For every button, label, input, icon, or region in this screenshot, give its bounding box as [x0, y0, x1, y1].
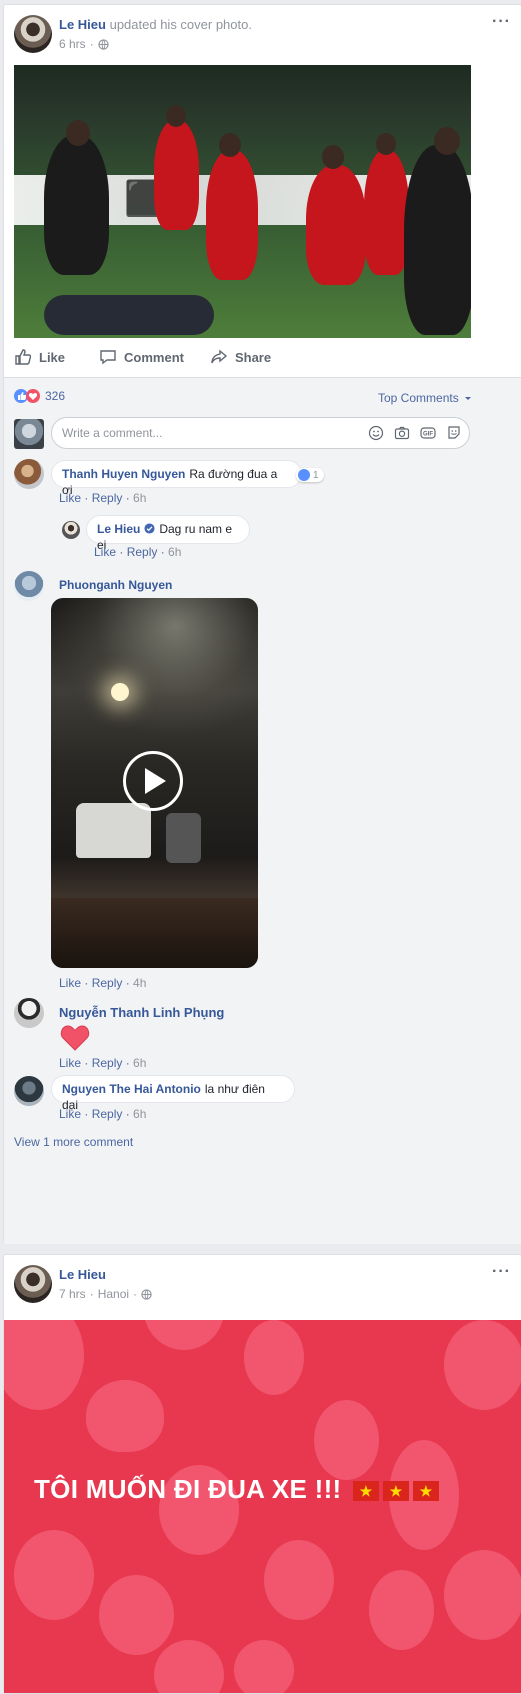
current-user-avatar	[14, 419, 44, 449]
comment-actions: Like · Reply · 6h	[59, 1107, 147, 1121]
comment-reply-link[interactable]: Reply	[92, 491, 123, 505]
share-button[interactable]: Share	[210, 348, 271, 366]
post-action-text: updated his cover photo.	[109, 17, 252, 32]
reply-like-link[interactable]: Like	[94, 545, 116, 559]
comment-actions: Like · Reply · 4h	[59, 976, 147, 990]
vietnam-flag-icon: ★	[353, 1481, 380, 1502]
like-button[interactable]: Like	[14, 348, 65, 366]
comment-reply-link[interactable]: Reply	[92, 1107, 123, 1121]
comment-bubble: Nguyen The Hai Antonio la như điên dại	[51, 1075, 295, 1112]
comments-section: 326 Top Comments Write a comment... GIF …	[4, 377, 521, 1244]
author-name[interactable]: Le Hieu	[59, 17, 106, 32]
vietnam-flag-icon: ★	[413, 1481, 440, 1502]
photo-person	[44, 135, 109, 275]
post-header-line: Le Hieu updated his cover photo.	[59, 17, 252, 32]
commenter-avatar[interactable]	[14, 571, 44, 601]
svg-text:GIF: GIF	[423, 432, 433, 438]
comment-time[interactable]: 6h	[133, 1056, 146, 1070]
comment-time[interactable]: 6h	[133, 491, 146, 505]
caret-down-icon	[464, 397, 471, 400]
comment-reply-link[interactable]: Reply	[92, 976, 123, 990]
thumbs-up-icon	[15, 349, 32, 365]
photo-player	[306, 165, 366, 285]
play-icon	[145, 768, 166, 794]
photo-player	[206, 150, 258, 280]
comment-author[interactable]: Phuonganh Nguyen	[59, 578, 172, 592]
post-meta: 6 hrs ·	[59, 37, 109, 51]
emoji-icon[interactable]	[368, 425, 384, 441]
reply-actions: Like · Reply · 6h	[94, 545, 182, 559]
banner-headline: TÔI MUỐN ĐI ĐUA XE !!! ★ ★ ★	[34, 1474, 440, 1505]
post-actions: Like Comment Share	[14, 346, 471, 368]
reactions-summary[interactable]: 326	[14, 389, 65, 403]
comment-icon	[100, 350, 116, 365]
author-avatar[interactable]	[14, 15, 52, 53]
photo-person	[404, 145, 471, 335]
cover-photo[interactable]: ⬛	[14, 65, 471, 338]
author-avatar[interactable]	[14, 1265, 52, 1303]
commenter-avatar[interactable]	[14, 1076, 44, 1106]
reply-author[interactable]: Le Hieu	[97, 522, 140, 536]
photo-person-fallen	[44, 295, 214, 335]
text-banner: TÔI MUỐN ĐI ĐUA XE !!! ★ ★ ★	[4, 1320, 521, 1693]
comment-actions: Like · Reply · 6h	[59, 491, 147, 505]
reply-bubble: Le Hieu Dag ru nam e ei	[86, 515, 250, 552]
vietnam-flag-icon: ★	[383, 1481, 410, 1502]
gif-icon[interactable]: GIF	[420, 425, 436, 441]
comment-author[interactable]: Nguyễn Thanh Linh Phụng	[59, 1005, 224, 1020]
heart-icon	[60, 1025, 90, 1051]
reply-author-avatar[interactable]	[62, 521, 80, 539]
commenter-avatar[interactable]	[14, 998, 44, 1028]
sticker-icon[interactable]	[446, 425, 462, 441]
post-meta: 7 hrs · Hanoi ·	[59, 1287, 152, 1301]
comment-like-link[interactable]: Like	[59, 491, 81, 505]
comment-like-link[interactable]: Like	[59, 1107, 81, 1121]
verified-check-icon	[144, 523, 155, 534]
video-car	[76, 803, 151, 858]
view-more-comments-link[interactable]: View 1 more comment	[14, 1135, 133, 1149]
comment-like-link[interactable]: Like	[59, 976, 81, 990]
comment-reactions[interactable]: 1	[296, 468, 324, 482]
comment-author[interactable]: Thanh Huyen Nguyen	[62, 467, 185, 481]
ellipsis-icon[interactable]: ···	[492, 1263, 511, 1281]
comment-actions: Like · Reply · 6h	[59, 1056, 147, 1070]
post-location[interactable]: Hanoi	[98, 1287, 129, 1301]
comment-author[interactable]: Nguyen The Hai Antonio	[62, 1082, 201, 1096]
commenter-avatar[interactable]	[14, 459, 44, 489]
comment-time[interactable]: 6h	[133, 1107, 146, 1121]
post-card-cover-photo: Le Hieu updated his cover photo. 6 hrs ·…	[3, 4, 521, 1244]
top-comments-dropdown[interactable]: Top Comments	[378, 391, 473, 405]
post-card-text-banner: Le Hieu 7 hrs · Hanoi · ··· TÔI MUỐN ĐI …	[3, 1254, 521, 1694]
post-time[interactable]: 7 hrs	[59, 1287, 86, 1301]
comment-like-link[interactable]: Like	[59, 1056, 81, 1070]
comment-video[interactable]	[51, 598, 258, 968]
comment-time[interactable]: 4h	[133, 976, 146, 990]
video-scooter	[166, 813, 201, 863]
share-icon	[211, 349, 228, 364]
comment-reply-link[interactable]: Reply	[92, 1056, 123, 1070]
like-reaction-icon	[298, 469, 310, 481]
globe-icon[interactable]	[141, 1288, 152, 1300]
photo-player	[154, 120, 199, 230]
comment-button[interactable]: Comment	[99, 348, 184, 366]
post-time[interactable]: 6 hrs	[59, 37, 86, 51]
reply-time[interactable]: 6h	[168, 545, 181, 559]
love-reaction-icon	[26, 389, 40, 403]
globe-icon[interactable]	[98, 38, 109, 50]
reactions-count: 326	[45, 389, 66, 403]
reply-reply-link[interactable]: Reply	[127, 545, 158, 559]
camera-icon[interactable]	[394, 425, 410, 441]
ellipsis-icon[interactable]: ···	[492, 13, 511, 31]
comment-input[interactable]: Write a comment... GIF	[51, 417, 470, 449]
photo-player	[364, 150, 409, 275]
street-light	[111, 683, 129, 701]
comment-bubble: Thanh Huyen Nguyen Ra đường đua a ơi	[51, 460, 302, 497]
author-name[interactable]: Le Hieu	[59, 1267, 106, 1282]
video-dashboard	[51, 898, 258, 968]
play-button[interactable]	[123, 751, 183, 811]
